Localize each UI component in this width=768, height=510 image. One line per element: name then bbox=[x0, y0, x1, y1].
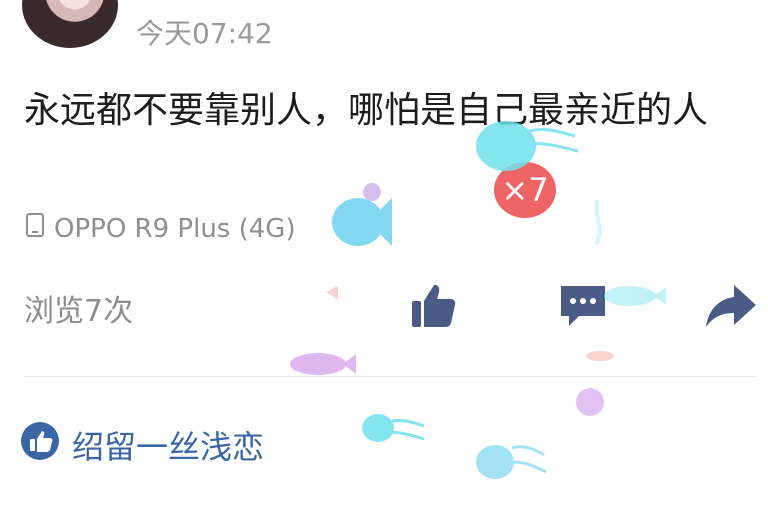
thumbs-up-icon[interactable] bbox=[408, 281, 458, 331]
liker-row[interactable]: 绍留一丝浅恋 bbox=[20, 421, 264, 469]
device-label: OPPO R9 Plus (4G) bbox=[54, 213, 296, 244]
device-info: OPPO R9 Plus (4G) bbox=[24, 212, 296, 245]
divider bbox=[24, 376, 756, 377]
multiplier-badge: ×7 bbox=[494, 162, 556, 218]
liker-name[interactable]: 绍留一丝浅恋 bbox=[72, 422, 264, 468]
phone-icon bbox=[24, 212, 46, 245]
share-icon[interactable] bbox=[704, 283, 758, 329]
post-text: 永远都不要靠别人，哪怕是自己最亲近的人 bbox=[24, 90, 709, 131]
avatar[interactable] bbox=[22, 0, 118, 48]
thumbs-up-circle-icon bbox=[20, 421, 60, 469]
comment-icon[interactable] bbox=[557, 280, 609, 332]
view-count: 浏览7次 bbox=[24, 294, 134, 329]
post-timestamp: 今天07:42 bbox=[136, 17, 273, 50]
